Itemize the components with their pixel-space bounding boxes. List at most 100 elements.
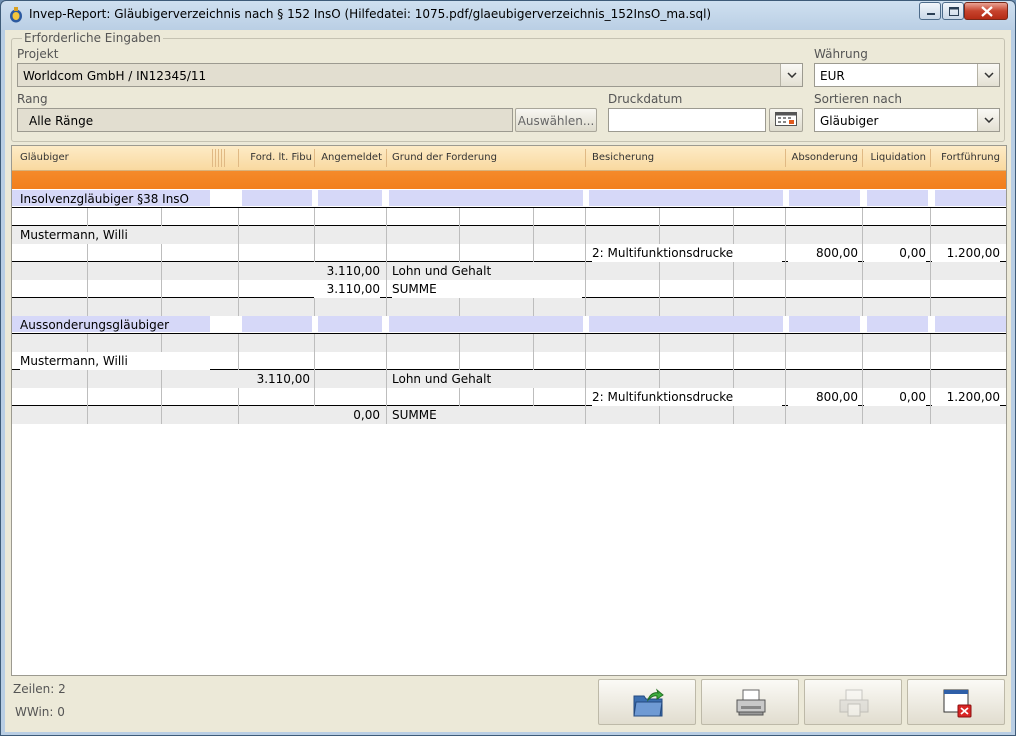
projekt-dropdown-button[interactable] [780, 64, 802, 86]
column-gridline [161, 298, 162, 316]
group-row-highlight [789, 316, 860, 332]
column-gridline [659, 370, 660, 388]
column-gridline [785, 262, 786, 280]
cell-fortfuehrung: 1.200,00 [932, 244, 1000, 262]
calendar-button[interactable] [769, 108, 803, 132]
column-gridline [785, 388, 786, 406]
auswaehlen-button[interactable]: Auswählen... [515, 108, 597, 132]
column-gridline [862, 334, 863, 352]
column-gridline [930, 298, 931, 316]
zeilen-count: Zeilen: 2 [13, 682, 66, 696]
column-gridline [862, 352, 863, 370]
report-grid[interactable]: Gläubiger Ford. lt. Fibu Angemeldet Grun… [11, 145, 1007, 676]
cell-absonderung: 800,00 [788, 244, 858, 262]
minimize-button[interactable] [919, 2, 941, 20]
column-gridline [785, 334, 786, 352]
cell-liquidation: 0,00 [864, 244, 926, 262]
column-gridline [386, 352, 387, 370]
column-gridline [862, 262, 863, 280]
column-gridline [87, 208, 88, 226]
close-report-button[interactable] [907, 679, 1005, 725]
column-gridline [238, 406, 239, 424]
column-gridline [386, 262, 387, 280]
column-gridline [314, 298, 315, 316]
column-gridline [238, 262, 239, 280]
column-gridline [862, 208, 863, 226]
column-gridline [161, 208, 162, 226]
header-fibu[interactable]: Ford. lt. Fibu [242, 146, 312, 170]
print-preview-button[interactable] [804, 679, 902, 725]
maximize-icon [949, 7, 959, 16]
column-gridline [161, 388, 162, 406]
column-gridline [930, 226, 931, 244]
table-row[interactable]: 3.110,00 Lohn und Gehalt [12, 370, 1006, 388]
column-gridline [386, 280, 387, 298]
sortieren-dropdown-button[interactable] [977, 109, 999, 131]
title-bar[interactable]: Invep-Report: Gläubigerverzeichnis nach … [1, 1, 1015, 29]
table-row[interactable]: Mustermann, Willi [12, 352, 1006, 370]
column-separator [238, 149, 239, 167]
column-gridline [659, 298, 660, 316]
druckdatum-input[interactable] [608, 108, 766, 132]
table-row[interactable]: 3.110,00 SUMME [12, 280, 1006, 298]
window-title: Invep-Report: Gläubigerverzeichnis nach … [29, 7, 712, 21]
group-row[interactable]: Aussonderungsgläubiger [12, 316, 1006, 334]
column-gridline [585, 244, 586, 262]
table-row[interactable]: 3.110,00 Lohn und Gehalt [12, 262, 1006, 280]
column-gridline [459, 388, 460, 406]
spacer-row[interactable] [12, 298, 1006, 316]
header-angemeldet[interactable]: Angemeldet [316, 146, 382, 170]
header-fortfuehrung[interactable]: Fortführung [932, 146, 1000, 170]
header-grund[interactable]: Grund der Forderung [392, 146, 497, 170]
column-gridline [87, 280, 88, 298]
waehrung-dropdown-button[interactable] [977, 64, 999, 86]
column-gridline [785, 406, 786, 424]
column-gridline [862, 226, 863, 244]
column-separator [215, 149, 216, 167]
cell-fibu: 3.110,00 [238, 370, 310, 388]
table-row[interactable]: 2: Multifunktionsdrucke 800,00 0,00 1.200,0… [12, 388, 1006, 406]
column-gridline [459, 244, 460, 262]
column-gridline [930, 244, 931, 262]
chevron-down-icon [984, 72, 994, 78]
projekt-label: Projekt [17, 47, 59, 61]
column-gridline [533, 334, 534, 352]
export-button[interactable] [598, 679, 696, 725]
table-row[interactable]: 0,00 SUMME [12, 406, 1006, 424]
sortieren-select[interactable]: Gläubiger [814, 108, 1000, 132]
cell-absonderung: 800,00 [788, 388, 858, 406]
header-glaeubiger[interactable]: Gläubiger [20, 146, 69, 170]
print-button[interactable] [701, 679, 799, 725]
table-row[interactable]: 2: Multifunktionsdrucke 800,00 0,00 1.200,0… [12, 244, 1006, 262]
group-title: Aussonderungsgläubiger [20, 318, 170, 332]
column-gridline [533, 298, 534, 316]
column-gridline [238, 388, 239, 406]
close-window-icon [943, 689, 972, 718]
column-gridline [733, 208, 734, 226]
column-gridline [533, 208, 534, 226]
maximize-button[interactable] [942, 2, 964, 20]
column-gridline [733, 352, 734, 370]
close-window-button[interactable] [964, 2, 1008, 20]
table-row[interactable]: Mustermann, Willi [12, 226, 1006, 244]
column-gridline [87, 334, 88, 352]
waehrung-select[interactable]: EUR [814, 63, 1000, 87]
header-besicherung[interactable]: Besicherung [592, 146, 654, 170]
column-gridline [161, 280, 162, 298]
spacer-row[interactable] [12, 208, 1006, 226]
column-gridline [733, 226, 734, 244]
column-separator [930, 149, 931, 167]
column-gridline [238, 208, 239, 226]
waehrung-value: EUR [820, 69, 845, 83]
group-row[interactable]: Insolvenzgläubiger §38 InsO [12, 190, 1006, 208]
header-liquidation[interactable]: Liquidation [864, 146, 926, 170]
column-gridline [533, 226, 534, 244]
header-absonderung[interactable]: Absonderung [788, 146, 859, 170]
group-row-highlight [867, 190, 928, 206]
column-gridline [238, 352, 239, 370]
cell-glaeubiger: Mustermann, Willi [20, 352, 210, 370]
projekt-select[interactable]: Worldcom GmbH / IN12345/11 [17, 63, 803, 87]
column-gridline [161, 262, 162, 280]
spacer-row[interactable] [12, 334, 1006, 352]
column-gridline [386, 208, 387, 226]
